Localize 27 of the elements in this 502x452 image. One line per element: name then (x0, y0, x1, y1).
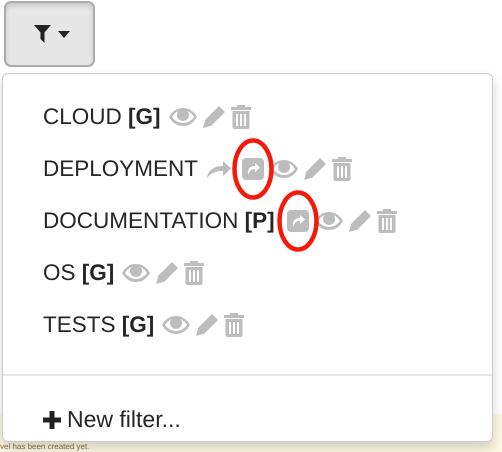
filter-item[interactable]: CLOUD [G] (43, 104, 161, 130)
filter-item[interactable]: DEPLOYMENT (43, 156, 198, 182)
trash-icon[interactable] (224, 313, 244, 337)
trash-icon[interactable] (332, 157, 352, 181)
filter-button[interactable] (4, 1, 95, 67)
plus-icon (43, 410, 61, 428)
filter-item[interactable]: TESTS [G] (43, 312, 154, 338)
eye-icon[interactable] (168, 108, 197, 126)
shared-icon[interactable] (242, 158, 264, 180)
filter-item[interactable]: DOCUMENTATION [P] (43, 208, 275, 234)
pencil-icon[interactable] (156, 262, 178, 284)
shared-icon[interactable] (286, 210, 309, 232)
trash-icon[interactable] (230, 105, 251, 129)
notice-text: vel has been created yet. (0, 442, 90, 451)
eye-icon[interactable] (162, 316, 190, 334)
filter-item[interactable]: OS [G] (43, 260, 114, 286)
pencil-icon[interactable] (202, 106, 225, 128)
filter-icon (34, 25, 50, 43)
trash-icon[interactable] (376, 209, 397, 233)
pencil-icon[interactable] (196, 314, 218, 336)
eye-icon[interactable] (122, 264, 150, 282)
share-arrow-icon[interactable] (206, 159, 232, 179)
trash-icon[interactable] (184, 261, 204, 285)
pencil-icon[interactable] (304, 158, 326, 180)
pencil-icon[interactable] (348, 210, 371, 232)
caret-icon (58, 30, 70, 38)
new-filter-link[interactable]: New filter... (43, 406, 181, 433)
